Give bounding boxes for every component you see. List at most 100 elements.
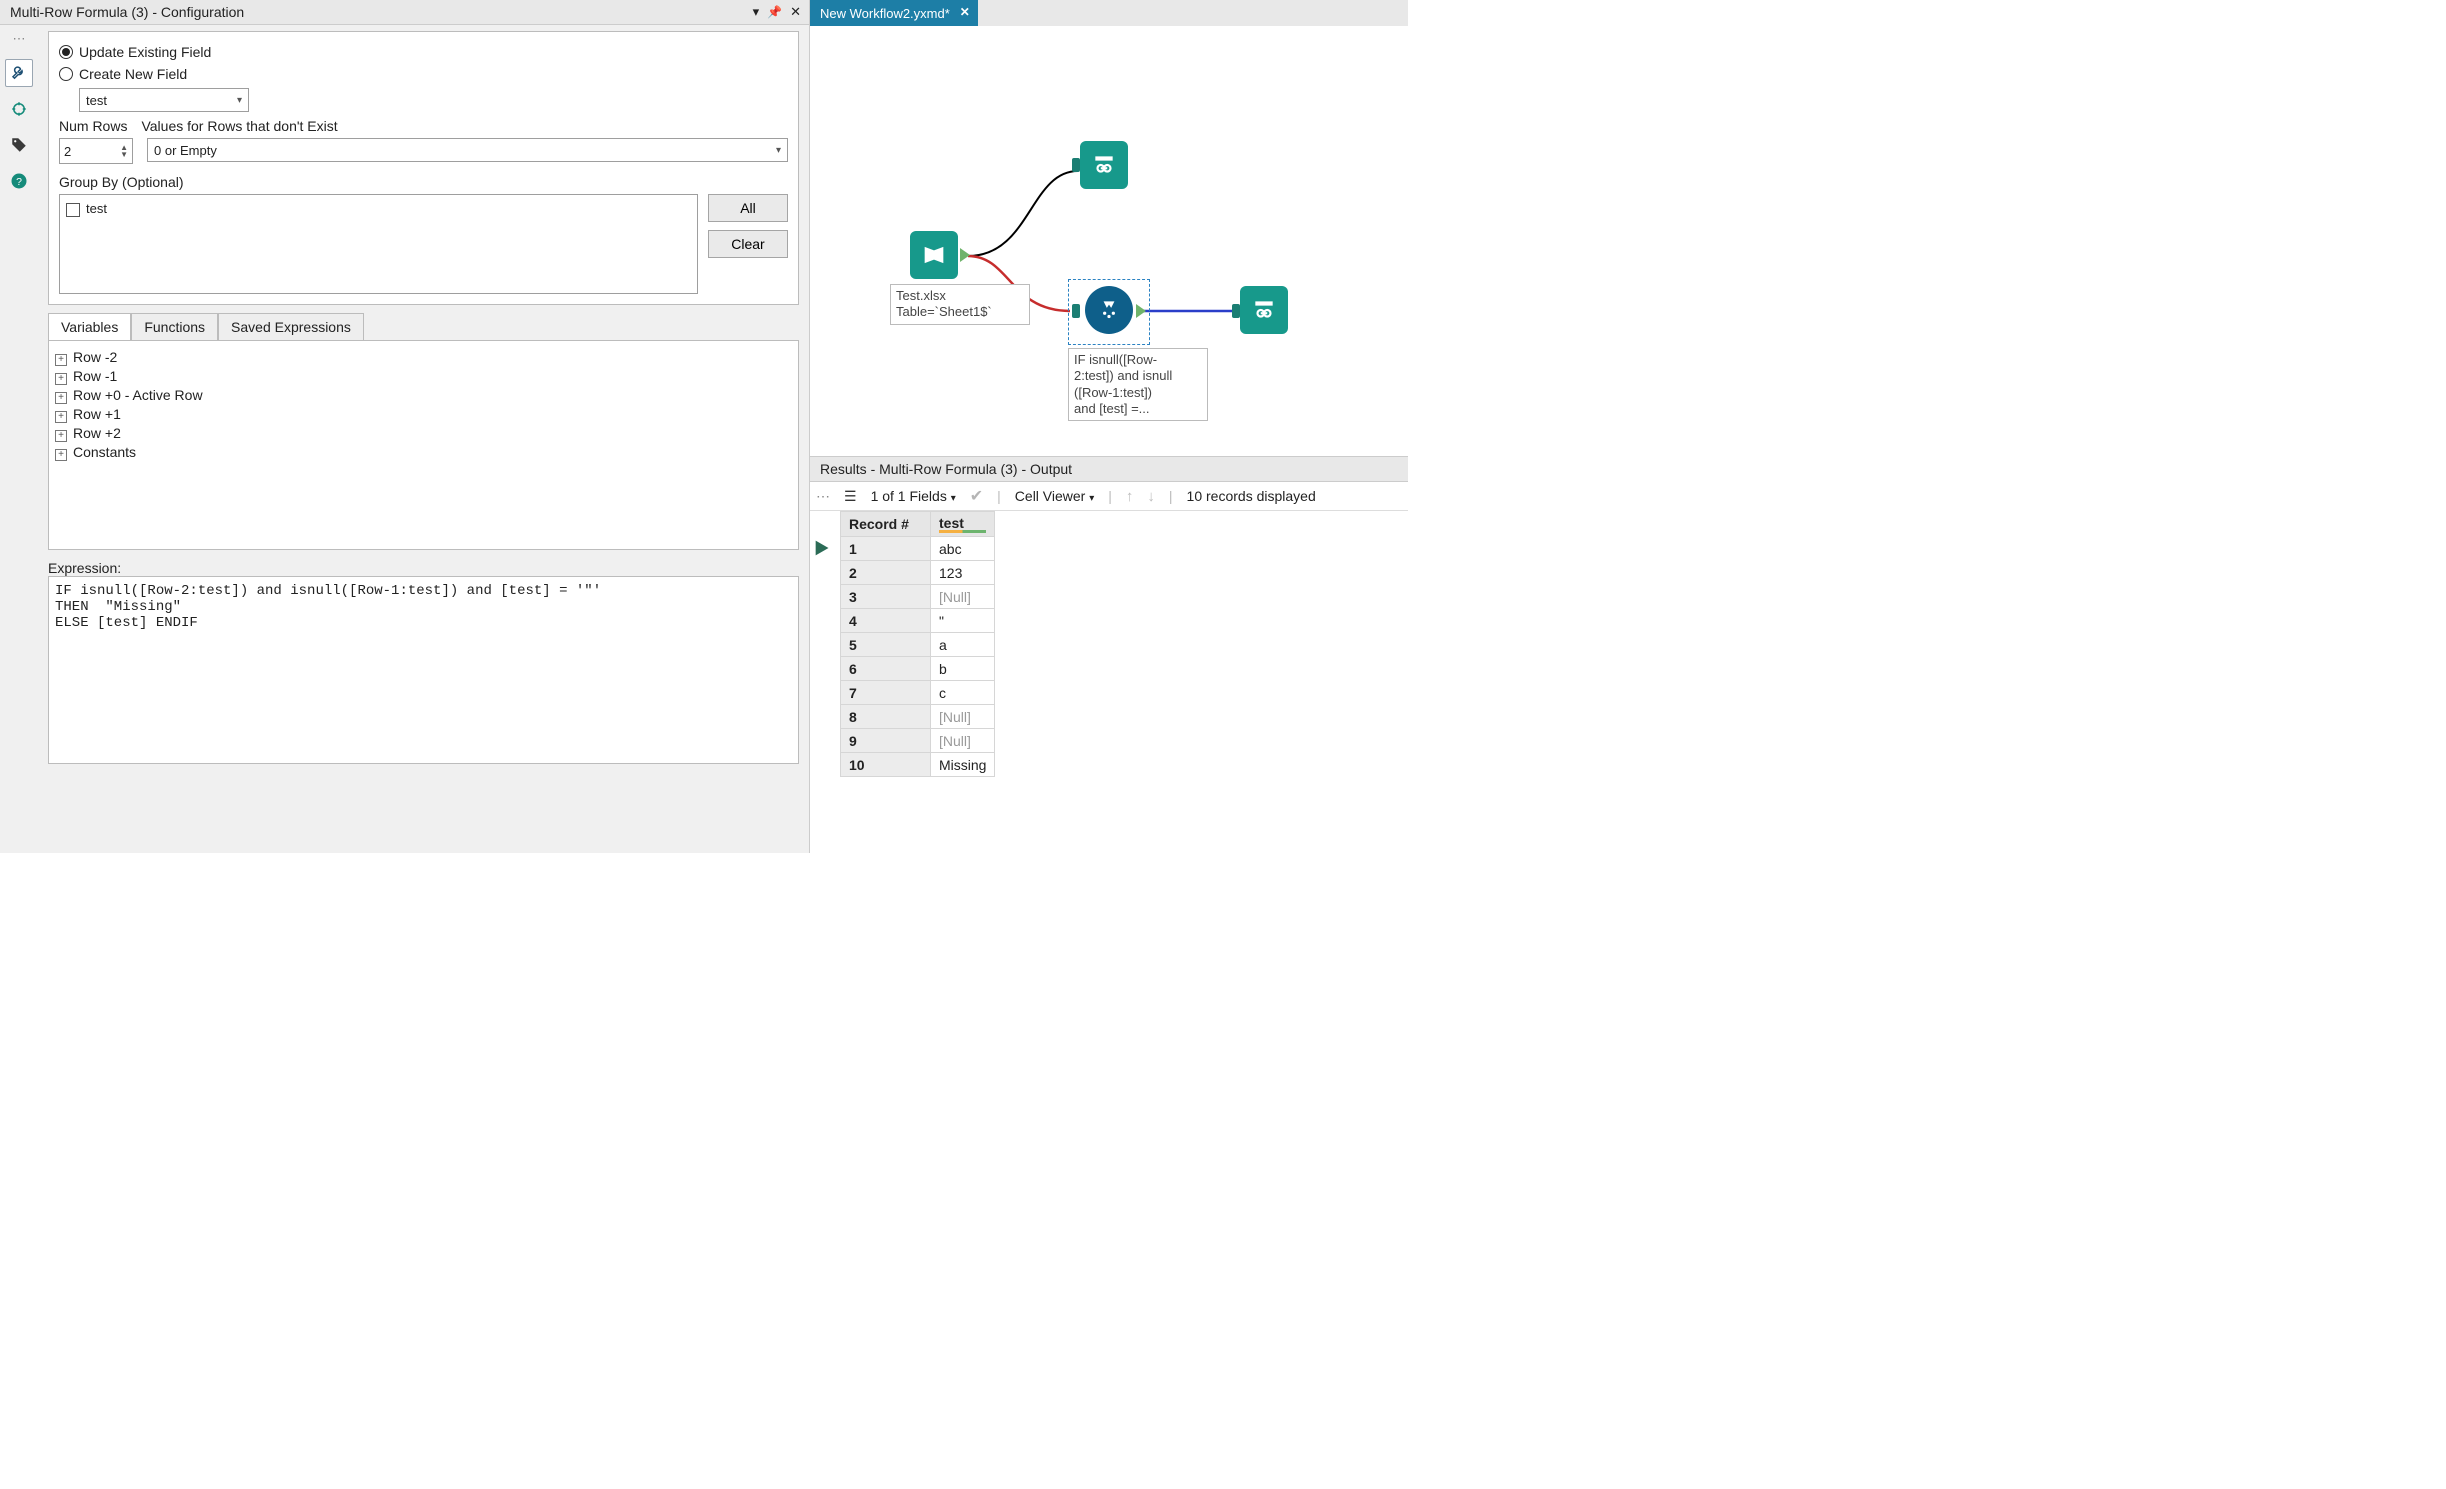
expand-icon[interactable]: + bbox=[55, 449, 67, 461]
tree-node[interactable]: +Row -1 bbox=[55, 368, 792, 385]
all-button[interactable]: All bbox=[708, 194, 788, 222]
wrench-icon[interactable] bbox=[5, 59, 33, 87]
tree-node[interactable]: +Row -2 bbox=[55, 349, 792, 366]
cell-value[interactable]: [Null] bbox=[931, 585, 995, 609]
list-icon[interactable]: ☰ bbox=[844, 488, 857, 505]
pin-icon[interactable]: 📌 bbox=[767, 5, 782, 19]
tree-node[interactable]: +Row +0 - Active Row bbox=[55, 387, 792, 404]
multirow-formula-tool[interactable] bbox=[1085, 286, 1133, 334]
tree-node[interactable]: +Constants bbox=[55, 444, 792, 461]
tab-saved-expressions[interactable]: Saved Expressions bbox=[218, 313, 364, 340]
numrows-input[interactable]: 2 ▲▼ bbox=[59, 138, 133, 164]
expand-icon[interactable]: + bbox=[55, 373, 67, 385]
checkbox-icon[interactable] bbox=[66, 203, 80, 217]
table-row[interactable]: 10Missing bbox=[841, 753, 995, 777]
tab-functions[interactable]: Functions bbox=[131, 313, 218, 340]
sort-desc-icon[interactable]: ↓ bbox=[1147, 488, 1155, 505]
config-titlebar: Multi-Row Formula (3) - Configuration ▾ … bbox=[0, 0, 809, 25]
field-dropdown[interactable]: test ▾ bbox=[79, 88, 249, 112]
workflow-canvas[interactable]: Test.xlsx Table=`Sheet1$` IF isnull([Row… bbox=[810, 26, 1408, 456]
tab-variables[interactable]: Variables bbox=[48, 313, 131, 340]
cell-value[interactable]: 123 bbox=[931, 561, 995, 585]
expression-tabs: Variables Functions Saved Expressions bbox=[48, 313, 799, 340]
table-row[interactable]: 5a bbox=[841, 633, 995, 657]
expand-icon[interactable]: + bbox=[55, 392, 67, 404]
expand-icon[interactable]: + bbox=[55, 411, 67, 423]
check-icon[interactable]: ✔ bbox=[970, 486, 983, 506]
help-icon[interactable]: ? bbox=[5, 167, 33, 195]
left-toolstrip: ⋯ ? bbox=[0, 25, 38, 853]
cell-value[interactable]: b bbox=[931, 657, 995, 681]
results-table[interactable]: Record # test 1abc21233[Null]4"5a6b7c8[N… bbox=[840, 511, 995, 777]
cell-value[interactable]: " bbox=[931, 609, 995, 633]
browse-tool-top[interactable] bbox=[1080, 141, 1128, 189]
field-config-box: Update Existing Field Create New Field t… bbox=[48, 31, 799, 305]
document-tab[interactable]: New Workflow2.yxmd* ✕ bbox=[810, 0, 978, 26]
results-grid: Record # test 1abc21233[Null]4"5a6b7c8[N… bbox=[810, 511, 1408, 777]
input-tool[interactable] bbox=[910, 231, 958, 279]
close-icon[interactable]: ✕ bbox=[790, 4, 801, 20]
expand-icon[interactable]: + bbox=[55, 354, 67, 366]
expand-icon[interactable]: + bbox=[55, 430, 67, 442]
table-row[interactable]: 9[Null] bbox=[841, 729, 995, 753]
column-header-test[interactable]: test bbox=[931, 512, 995, 537]
fields-dropdown[interactable]: 1 of 1 Fields ▾ bbox=[871, 488, 956, 504]
numrows-value: 2 bbox=[64, 144, 71, 159]
spinner-icon[interactable]: ▲▼ bbox=[120, 144, 128, 158]
results-title: Results - Multi-Row Formula (3) - Output bbox=[810, 456, 1408, 482]
sort-asc-icon[interactable]: ↑ bbox=[1126, 488, 1134, 505]
radio-on-icon bbox=[59, 45, 73, 59]
table-row[interactable]: 8[Null] bbox=[841, 705, 995, 729]
values-not-exist-dropdown[interactable]: 0 or Empty ▾ bbox=[147, 138, 788, 162]
tag-icon[interactable] bbox=[5, 131, 33, 159]
table-row[interactable]: 6b bbox=[841, 657, 995, 681]
anchor-out-icon bbox=[960, 248, 970, 262]
expression-editor[interactable]: IF isnull([Row-2:test]) and isnull([Row-… bbox=[48, 576, 799, 764]
cell-value[interactable]: abc bbox=[931, 537, 995, 561]
numrows-label: Num Rows bbox=[59, 118, 127, 134]
config-title: Multi-Row Formula (3) - Configuration bbox=[10, 4, 244, 20]
target-icon[interactable] bbox=[5, 95, 33, 123]
tree-node[interactable]: +Row +1 bbox=[55, 406, 792, 423]
records-count: 10 records displayed bbox=[1187, 488, 1316, 504]
table-row[interactable]: 1abc bbox=[841, 537, 995, 561]
kebab-icon[interactable]: ⋯ bbox=[13, 31, 26, 47]
row-number: 4 bbox=[841, 609, 931, 633]
anchor-in-icon bbox=[1072, 158, 1080, 172]
dropdown-icon[interactable]: ▾ bbox=[753, 4, 760, 20]
update-existing-label: Update Existing Field bbox=[79, 44, 211, 60]
row-number: 6 bbox=[841, 657, 931, 681]
variables-tree[interactable]: +Row -2 +Row -1 +Row +0 - Active Row +Ro… bbox=[48, 340, 799, 550]
row-number: 9 bbox=[841, 729, 931, 753]
groupby-listbox[interactable]: test bbox=[59, 194, 698, 294]
groupby-item[interactable]: test bbox=[66, 201, 691, 217]
create-new-radio[interactable]: Create New Field bbox=[59, 66, 788, 82]
cell-value[interactable]: a bbox=[931, 633, 995, 657]
tree-node[interactable]: +Row +2 bbox=[55, 425, 792, 442]
browse-tool-right[interactable] bbox=[1240, 286, 1288, 334]
clear-button[interactable]: Clear bbox=[708, 230, 788, 258]
table-row[interactable]: 3[Null] bbox=[841, 585, 995, 609]
row-number: 7 bbox=[841, 681, 931, 705]
results-toolbar: ⋯ ☰ 1 of 1 Fields ▾ ✔ | Cell Viewer ▾ | … bbox=[810, 482, 1408, 511]
cell-value[interactable]: [Null] bbox=[931, 705, 995, 729]
groupby-label: Group By (Optional) bbox=[59, 174, 788, 190]
close-tab-icon[interactable]: ✕ bbox=[960, 5, 970, 19]
row-number: 2 bbox=[841, 561, 931, 585]
cell-viewer-dropdown[interactable]: Cell Viewer ▾ bbox=[1015, 488, 1094, 504]
table-row[interactable]: 4" bbox=[841, 609, 995, 633]
kebab-icon[interactable]: ⋯ bbox=[816, 488, 830, 505]
update-existing-radio[interactable]: Update Existing Field bbox=[59, 44, 788, 60]
column-header-record[interactable]: Record # bbox=[841, 512, 931, 537]
table-row[interactable]: 2123 bbox=[841, 561, 995, 585]
row-number: 3 bbox=[841, 585, 931, 609]
cell-value[interactable]: Missing bbox=[931, 753, 995, 777]
multirow-tool-label: IF isnull([Row- 2:test]) and isnull ([Ro… bbox=[1068, 348, 1208, 421]
configuration-panel: Multi-Row Formula (3) - Configuration ▾ … bbox=[0, 0, 810, 853]
table-row[interactable]: 7c bbox=[841, 681, 995, 705]
cell-value[interactable]: c bbox=[931, 681, 995, 705]
values-dropdown-value: 0 or Empty bbox=[154, 143, 217, 158]
cell-value[interactable]: [Null] bbox=[931, 729, 995, 753]
active-row-icon bbox=[812, 537, 834, 559]
chevron-down-icon: ▾ bbox=[237, 95, 242, 106]
